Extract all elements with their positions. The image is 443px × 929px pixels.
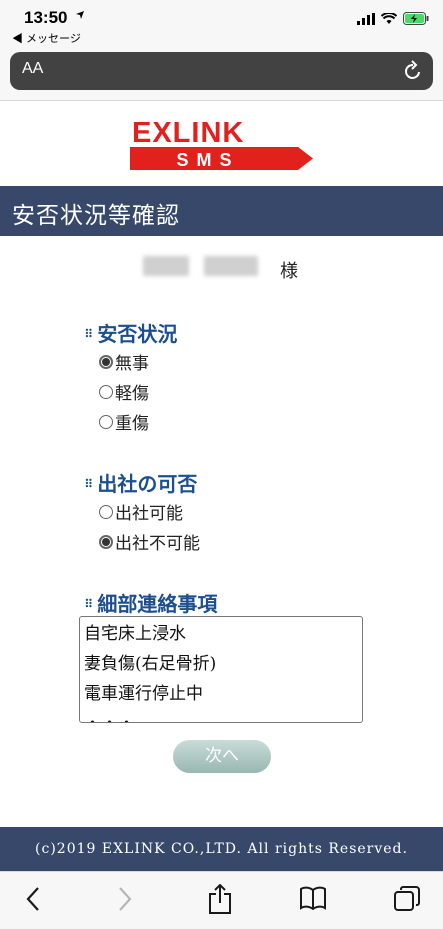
recipient-name-blurred [143,256,189,276]
location-arrow-icon [76,11,84,19]
details-line: 電車運行停止中 [84,684,203,704]
status-bar: 13:50 ◀ メッセージ [0,0,443,48]
svg-text:EXLINK: EXLINK [132,118,244,149]
signal-icon [357,12,375,25]
radio-serious-injury[interactable]: 重傷 [99,409,149,434]
back-to-messages-link[interactable]: ◀ メッセージ [12,30,81,46]
details-heading: ⠿ 細部連絡事項 [84,592,218,616]
share-icon[interactable] [208,884,232,914]
radio-can-attend[interactable]: 出社可能 [99,499,183,524]
radio-cannot-attend[interactable]: 出社不可能 [99,529,200,554]
footer-copyright: (c)2019 EXLINK CO.,LTD. All rights Reser… [0,827,443,871]
attendance-heading: ⠿ 出社の可否 [84,472,198,496]
back-icon[interactable] [24,886,42,912]
address-bar[interactable]: AA [10,52,433,90]
radio-button[interactable] [99,384,113,399]
forward-icon[interactable] [116,886,134,912]
radio-button-selected[interactable] [99,534,113,549]
honorific-suffix: 様 [280,261,298,282]
radio-minor-injury[interactable]: 軽傷 [99,379,149,404]
reload-icon[interactable] [403,60,423,82]
page-title-bar: 安否状況等確認 [0,186,443,236]
radio-safe[interactable]: 無事 [99,349,149,374]
next-button[interactable]: 次へ [173,740,271,773]
details-line: 妻負傷(右足骨折) [84,654,217,674]
status-time: 13:50 [24,8,68,27]
safety-status-heading: ⠿ 安否状況 [84,322,178,346]
radio-button-selected[interactable] [99,354,113,369]
browser-url-area: AA [0,48,443,101]
details-line: 自宅床上浸水 [84,624,186,644]
bookmarks-icon[interactable] [300,886,326,910]
browser-toolbar [0,871,443,929]
battery-charging-icon [403,12,429,25]
grid-bullet-icon: ⠿ [84,477,94,491]
details-textarea[interactable]: 自宅床上浸水 妻負傷(右足骨折) 電車運行停止中 ・・・ [79,616,363,723]
recipient-name-blurred-2 [204,256,258,276]
tabs-icon[interactable] [394,886,420,912]
radio-button[interactable] [99,414,113,429]
wifi-icon [381,12,397,24]
text-size-button[interactable]: AA [22,60,43,78]
grid-bullet-icon: ⠿ [84,597,94,611]
status-indicators [357,12,429,25]
page-title: 安否状況等確認 [12,203,180,229]
radio-button[interactable] [99,504,113,519]
exlink-sms-logo: EXLINK SMS [130,118,313,170]
svg-text:SMS: SMS [176,150,239,170]
details-line: ・・・ [84,709,358,722]
grid-bullet-icon: ⠿ [84,327,94,341]
